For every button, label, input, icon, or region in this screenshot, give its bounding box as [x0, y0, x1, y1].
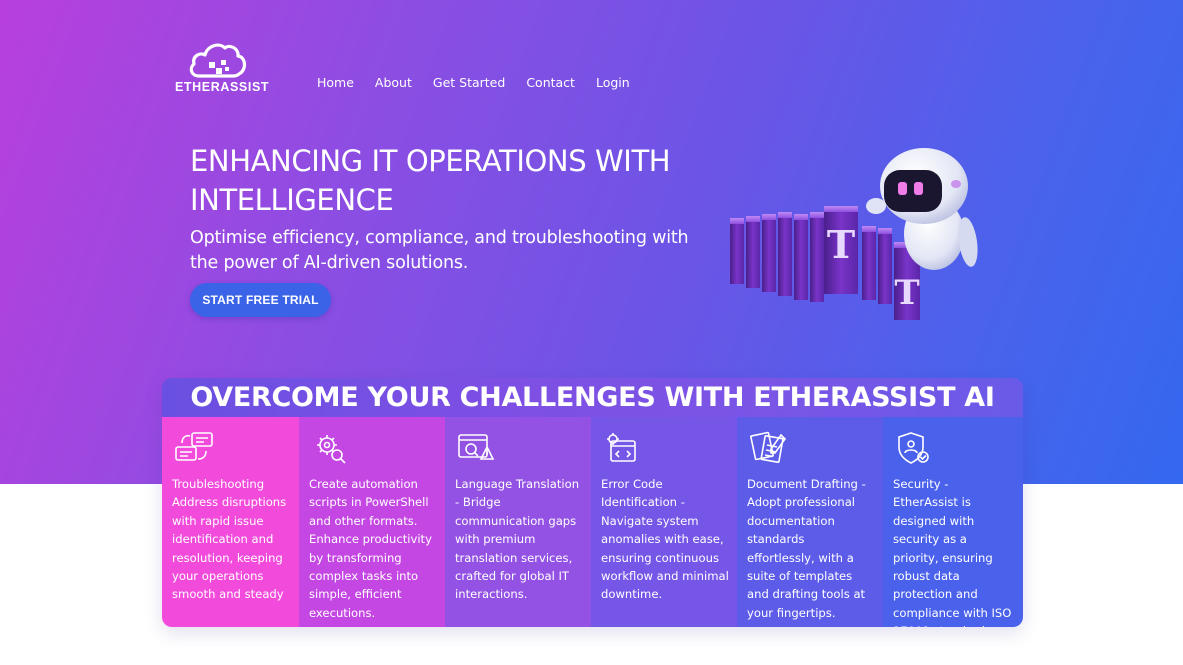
- start-free-trial-button[interactable]: START FREE TRIAL: [190, 283, 331, 317]
- nav-link-about[interactable]: About: [375, 75, 412, 90]
- card-troubleshooting[interactable]: Troubleshooting Address disruptions with…: [162, 417, 299, 627]
- card-error-code[interactable]: Error Code Identification - Navigate sys…: [591, 417, 737, 627]
- card-document-drafting[interactable]: Document Drafting - Adopt professional d…: [737, 417, 883, 627]
- card-text-troubleshooting: Troubleshooting Address disruptions with…: [172, 477, 287, 602]
- card-automation[interactable]: Create automation scripts in PowerShell …: [299, 417, 445, 627]
- etherassist-logo[interactable]: ETHERASSIST: [175, 40, 270, 96]
- landing-page: ETHERASSIST Home About Get Started Conta…: [0, 0, 1183, 665]
- letter-blocks: T T: [730, 206, 920, 320]
- nav-link-contact[interactable]: Contact: [526, 75, 575, 90]
- challenges-panel: OVERCOME YOUR CHALLENGES WITH ETHERASSIS…: [162, 378, 1023, 627]
- chat-bubbles-icon: [172, 431, 216, 467]
- card-text-automation: Create automation scripts in PowerShell …: [309, 477, 432, 620]
- logo-wordmark: ETHERASSIST: [175, 80, 270, 94]
- hero-title: ENHANCING IT OPERATIONS WITH INTELLIGENC…: [190, 144, 671, 217]
- challenges-header: OVERCOME YOUR CHALLENGES WITH ETHERASSIS…: [162, 378, 1023, 417]
- document-drafting-icon: [747, 431, 791, 467]
- nav-link-get-started[interactable]: Get Started: [433, 75, 505, 90]
- card-security[interactable]: Security - EtherAssist is designed with …: [883, 417, 1023, 627]
- challenges-title: OVERCOME YOUR CHALLENGES WITH ETHERASSIS…: [190, 382, 995, 413]
- automation-gear-icon: [309, 431, 353, 467]
- translation-window-icon: [455, 431, 499, 467]
- card-text-security: Security - EtherAssist is designed with …: [893, 477, 1012, 627]
- nav-link-home[interactable]: Home: [317, 75, 354, 90]
- card-text-document-drafting: Document Drafting - Adopt professional d…: [747, 477, 866, 620]
- challenge-cards: Troubleshooting Address disruptions with…: [162, 417, 1023, 627]
- svg-text:T: T: [894, 273, 919, 313]
- svg-text:T: T: [827, 222, 855, 267]
- card-text-error-code: Error Code Identification - Navigate sys…: [601, 477, 729, 602]
- main-nav: Home About Get Started Contact Login: [317, 75, 630, 90]
- cloud-logo-icon: [189, 43, 247, 78]
- card-language-translation[interactable]: Language Translation - Bridge communicat…: [445, 417, 591, 627]
- card-text-language-translation: Language Translation - Bridge communicat…: [455, 477, 580, 602]
- security-shield-icon: [893, 431, 937, 467]
- hero-subtitle: Optimise efficiency, compliance, and tro…: [190, 228, 689, 273]
- robot-illustration: T T: [730, 148, 978, 320]
- nav-link-login[interactable]: Login: [596, 75, 630, 90]
- error-code-icon: [601, 431, 645, 467]
